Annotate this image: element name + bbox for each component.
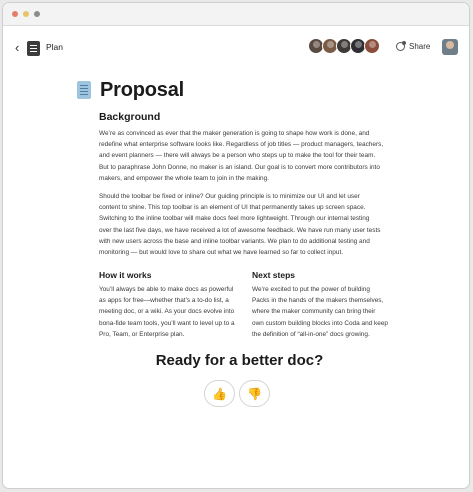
document-icon[interactable] — [77, 81, 91, 99]
close-window-button[interactable] — [12, 11, 18, 17]
text-line: makers, and empower the whole team to jo… — [99, 174, 269, 182]
next-steps-text[interactable]: We’re excited to put the power of buildi… — [252, 284, 388, 340]
reaction-buttons: 👍 👎 — [204, 380, 270, 407]
minimize-window-button[interactable] — [23, 11, 29, 17]
text-line: We’re excited to put the power of buildi… — [252, 286, 370, 293]
share-label: Share — [409, 42, 431, 51]
text-line: own custom building blocks into Coda and… — [252, 319, 388, 327]
background-paragraph-2[interactable]: Should the toolbar be fixed or inline? O… — [99, 191, 381, 258]
text-line: content to shine. This top toolbar is an… — [99, 204, 366, 212]
chevron-left-icon[interactable]: ‹ — [15, 40, 19, 56]
share-button[interactable]: Share — [396, 41, 431, 51]
page-title[interactable]: Proposal — [100, 79, 184, 102]
how-it-works-text[interactable]: You’ll always be able to make docs as po… — [99, 284, 235, 340]
user-avatar[interactable] — [442, 39, 458, 55]
next-steps-heading[interactable]: Next steps — [252, 270, 295, 280]
zoom-window-button[interactable] — [34, 11, 40, 17]
text-line: meeting doc, or a wiki. As your docs evo… — [99, 308, 235, 316]
how-it-works-heading[interactable]: How it works — [99, 270, 151, 280]
title-bar — [3, 3, 469, 26]
share-icon — [396, 41, 406, 51]
text-line: the definition of “all-in-one” docs grow… — [252, 330, 370, 338]
app-window: ‹ Plan Share Proposal Background We’re a… — [2, 2, 470, 489]
text-line: But to paraphrase John Donne, no maker i… — [99, 163, 380, 171]
text-line: bona-fide team tools, you’ll want to lev… — [99, 319, 235, 327]
collaborator-avatar[interactable] — [364, 38, 380, 54]
background-paragraph-1[interactable]: We’re as convinced as ever that the make… — [99, 128, 383, 184]
thumbs-down-icon: 👎 — [247, 386, 262, 401]
text-line: Pro, Team, or Enterprise plan. — [99, 330, 185, 338]
text-line: Should the toolbar be fixed or inline? O… — [99, 193, 360, 200]
thumbs-down-button[interactable]: 👎 — [239, 380, 270, 407]
doc-icon — [27, 41, 40, 56]
text-line: where the maker community can bring thei… — [252, 308, 376, 316]
text-line: over the last five days, we have receive… — [99, 226, 381, 234]
thumbs-up-icon: 👍 — [212, 386, 227, 401]
thumbs-up-button[interactable]: 👍 — [204, 380, 235, 407]
doc-header: ‹ Plan Share — [3, 26, 469, 72]
text-line: as apps for free—whether that’s a to-do … — [99, 297, 229, 305]
cta-heading: Ready for a better doc? — [155, 352, 324, 369]
text-line: and event planners — there will always b… — [99, 152, 376, 160]
background-heading[interactable]: Background — [99, 111, 160, 123]
text-line: with new users across the base and inlin… — [99, 237, 370, 245]
text-line: Switching to the inline toolbar will mak… — [99, 215, 370, 223]
collaborator-avatars[interactable] — [308, 38, 380, 54]
text-line: monitoring — but would love to share out… — [99, 249, 344, 257]
text-line: redefine what enterprise software looks … — [99, 141, 384, 149]
text-line: Packs in the hands of the makers themsel… — [252, 297, 384, 305]
breadcrumb[interactable]: Plan — [46, 42, 63, 52]
text-line: You’ll always be able to make docs as po… — [99, 286, 234, 293]
text-line: We’re as convinced as ever that the make… — [99, 130, 370, 137]
